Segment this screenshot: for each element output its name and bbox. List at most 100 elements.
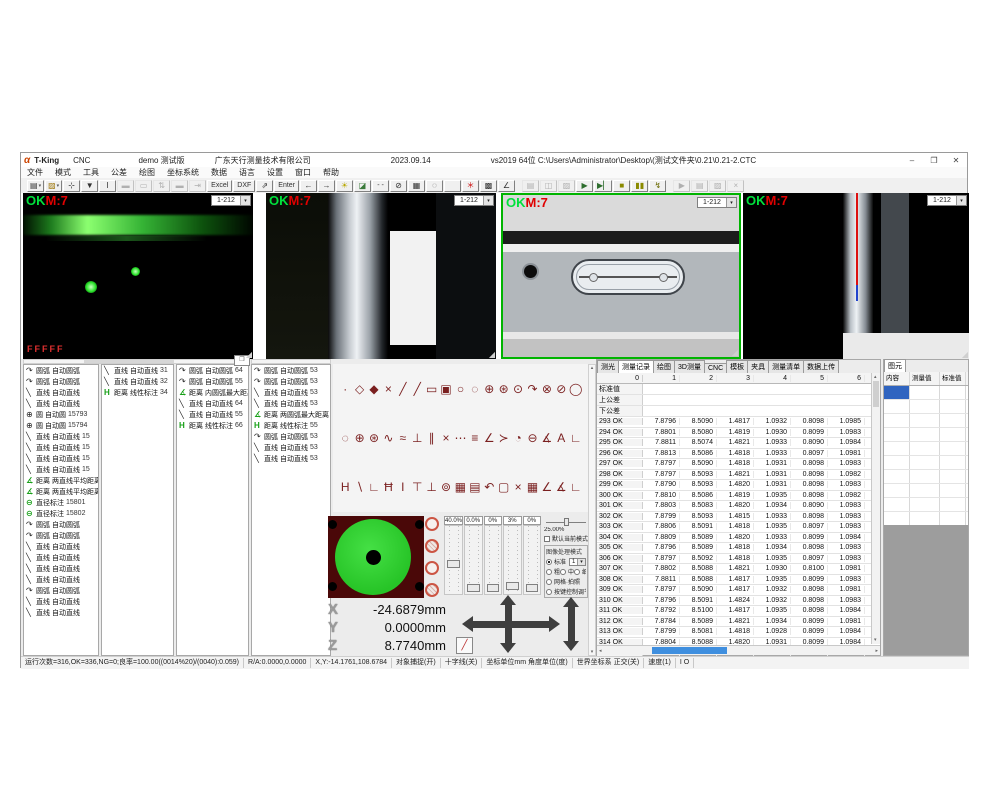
element-row[interactable] [884, 400, 968, 414]
palette-tool-icon[interactable]: ↶ [482, 480, 496, 494]
palette-tool-icon[interactable]: ∿ [381, 431, 395, 445]
palette-tool-icon[interactable]: ∡ [540, 431, 554, 445]
table-fixed-row[interactable]: 上公差 [597, 395, 880, 406]
palette-tool-icon[interactable]: ▤ [468, 480, 482, 494]
list-item[interactable]: ↷圆弧 自动圆弧 [24, 530, 98, 541]
tab-夹具[interactable]: 夹具 [747, 360, 769, 373]
enter-button[interactable]: Enter [274, 180, 299, 192]
palette-tool-icon[interactable]: ∟ [367, 480, 381, 494]
palette-tool-icon[interactable]: ▦ [525, 480, 539, 494]
probe-button[interactable]: ▼ [81, 180, 98, 192]
list-item[interactable]: ╲直线 自动直线64 [177, 398, 248, 409]
light-slider[interactable]: 0.0% [464, 516, 483, 598]
slider-track[interactable] [523, 525, 542, 595]
camera-view-4[interactable]: OKM:7 1-212▾ ◢ [743, 193, 969, 359]
element-row[interactable] [884, 414, 968, 428]
element-row[interactable] [884, 428, 968, 442]
table-row[interactable]: 309 OK7.87978.50901.48171.09320.80981.09… [597, 585, 880, 596]
edge-tool-button[interactable]: I [99, 180, 116, 192]
palette-tool-icon[interactable]: ⊥ [424, 480, 438, 494]
save-button[interactable]: ▤▾ [27, 180, 44, 192]
diagonal-move-button[interactable]: ╱ [456, 637, 473, 654]
list-item[interactable]: ╲直线 自动直线53 [252, 453, 330, 464]
default-mode-checkbox[interactable] [544, 536, 550, 542]
menu-item-绘图[interactable]: 绘图 [133, 167, 161, 178]
resize-grip-icon[interactable]: ◢ [962, 350, 968, 359]
palette-tool-icon[interactable]: ⊥ [410, 431, 424, 445]
list-item[interactable]: ⊕圆 自动圆15794 [24, 420, 98, 431]
tab-3D测量[interactable]: 3D测量 [674, 360, 705, 373]
jog-y-arrow[interactable] [505, 605, 512, 643]
element-row[interactable] [884, 442, 968, 456]
joystick-center[interactable] [366, 550, 381, 565]
tab-绘图[interactable]: 绘图 [653, 360, 675, 373]
tab-测量清单[interactable]: 测量清单 [768, 360, 804, 373]
menu-item-数据[interactable]: 数据 [205, 167, 233, 178]
zoom-slider[interactable] [546, 518, 586, 526]
table-fixed-row[interactable]: 下公差 [597, 406, 880, 417]
play-button[interactable]: ▶ [576, 180, 593, 192]
palette-tool-icon[interactable]: ∡ [554, 480, 568, 494]
list-item[interactable]: H距离 线性标注55 [252, 420, 330, 431]
zoom-tool-button[interactable]: ⊘ [390, 180, 407, 192]
palette-tool-icon[interactable]: ≡ [468, 431, 482, 445]
list-item[interactable]: ↷圆弧 自动圆弧53 [252, 431, 330, 442]
palette-tool-icon[interactable]: ▦ [453, 480, 467, 494]
menu-item-公差[interactable]: 公差 [105, 167, 133, 178]
list-item[interactable]: ↷圆弧 自动圆弧64 [177, 365, 248, 376]
back-light-button[interactable] [425, 583, 439, 597]
list-item[interactable]: H距离 线性标注34 [102, 387, 173, 398]
menu-item-文件[interactable]: 文件 [21, 167, 49, 178]
table-row[interactable]: 304 OK7.88098.50891.48201.09330.80991.09… [597, 533, 880, 544]
camera-zoom-select[interactable]: 1-212▾ [697, 197, 737, 208]
list-item[interactable]: ╲直线 自动直线 [24, 541, 98, 552]
palette-tool-icon[interactable]: ◔ [511, 431, 525, 445]
jog-z-arrow[interactable] [568, 607, 575, 641]
camera-view-1[interactable]: FFFFF OKM:7 1-212▾ ◢ [23, 193, 253, 359]
chart-button[interactable]: ∠ [498, 180, 515, 192]
slider-track[interactable] [464, 525, 483, 595]
list-item[interactable]: ╲直线 自动直线 [24, 563, 98, 574]
list-item[interactable]: ↷圆弧 自动圆弧 [24, 585, 98, 596]
list-item[interactable]: ↷圆弧 自动圆弧53 [252, 376, 330, 387]
tab-element[interactable]: 图元 [884, 359, 906, 372]
palette-tool-icon[interactable]: × [511, 480, 525, 494]
table-row[interactable]: 299 OK7.87908.50931.48201.09310.80981.09… [597, 480, 880, 491]
palette-tool-icon[interactable]: ⊘ [554, 382, 568, 396]
palette-tool-icon[interactable]: ⊛ [367, 431, 381, 445]
palette-tool-icon[interactable]: ⊕ [482, 382, 496, 396]
palette-tool-icon[interactable]: ↷ [525, 382, 539, 396]
element-row[interactable] [884, 498, 968, 512]
palette-tool-icon[interactable]: ▭ [424, 382, 438, 396]
table-row[interactable]: 311 OK7.87928.51001.48171.09350.80981.09… [597, 606, 880, 617]
list-item[interactable]: ╲直线 自动直线 [24, 607, 98, 618]
palette-tool-icon[interactable]: ╱ [396, 382, 410, 396]
palette-tool-icon[interactable]: ∥ [424, 431, 438, 445]
standard-radio[interactable] [546, 559, 552, 565]
list-item[interactable]: ∡距离 两直线平均距离 [24, 486, 98, 497]
table-row[interactable]: 293 OK7.87968.50901.48171.09320.80981.09… [597, 417, 880, 428]
list-item[interactable]: ╲直线 自动直线15 [24, 464, 98, 475]
list-item[interactable]: ╲直线 自动直线53 [252, 398, 330, 409]
level-radio-粗[interactable] [546, 569, 552, 575]
palette-tool-icon[interactable]: ⊕ [352, 431, 366, 445]
run-button[interactable]: ↯ [649, 180, 666, 192]
palette-tool-icon[interactable]: × [381, 382, 395, 396]
level-select[interactable]: 1▾ [569, 558, 586, 566]
palette-tool-icon[interactable]: ⊗ [540, 382, 554, 396]
level-radio-中[interactable] [560, 569, 566, 575]
list-item[interactable]: ╲直线 自动直线15 [24, 442, 98, 453]
level-radio-细[interactable] [574, 569, 580, 575]
palette-tool-icon[interactable]: ∟ [569, 431, 583, 445]
palette-tool-icon[interactable]: ⊖ [525, 431, 539, 445]
table-row[interactable]: 303 OK7.88068.50911.48181.09350.80971.09… [597, 522, 880, 533]
palette-tool-icon[interactable]: ∠ [540, 480, 554, 494]
ring-light-button[interactable] [425, 517, 439, 531]
palette-tool-icon[interactable]: ◌ [338, 431, 352, 445]
slider-thumb[interactable] [526, 584, 539, 592]
palette-tool-icon[interactable]: ≈ [396, 431, 410, 445]
table-row[interactable]: 313 OK7.87998.50811.48181.09280.80991.09… [597, 627, 880, 638]
slider-thumb[interactable] [487, 584, 500, 592]
grid-capture-radio[interactable] [546, 579, 552, 585]
table-row[interactable]: 298 OK7.87978.50931.48211.09310.80981.09… [597, 470, 880, 481]
